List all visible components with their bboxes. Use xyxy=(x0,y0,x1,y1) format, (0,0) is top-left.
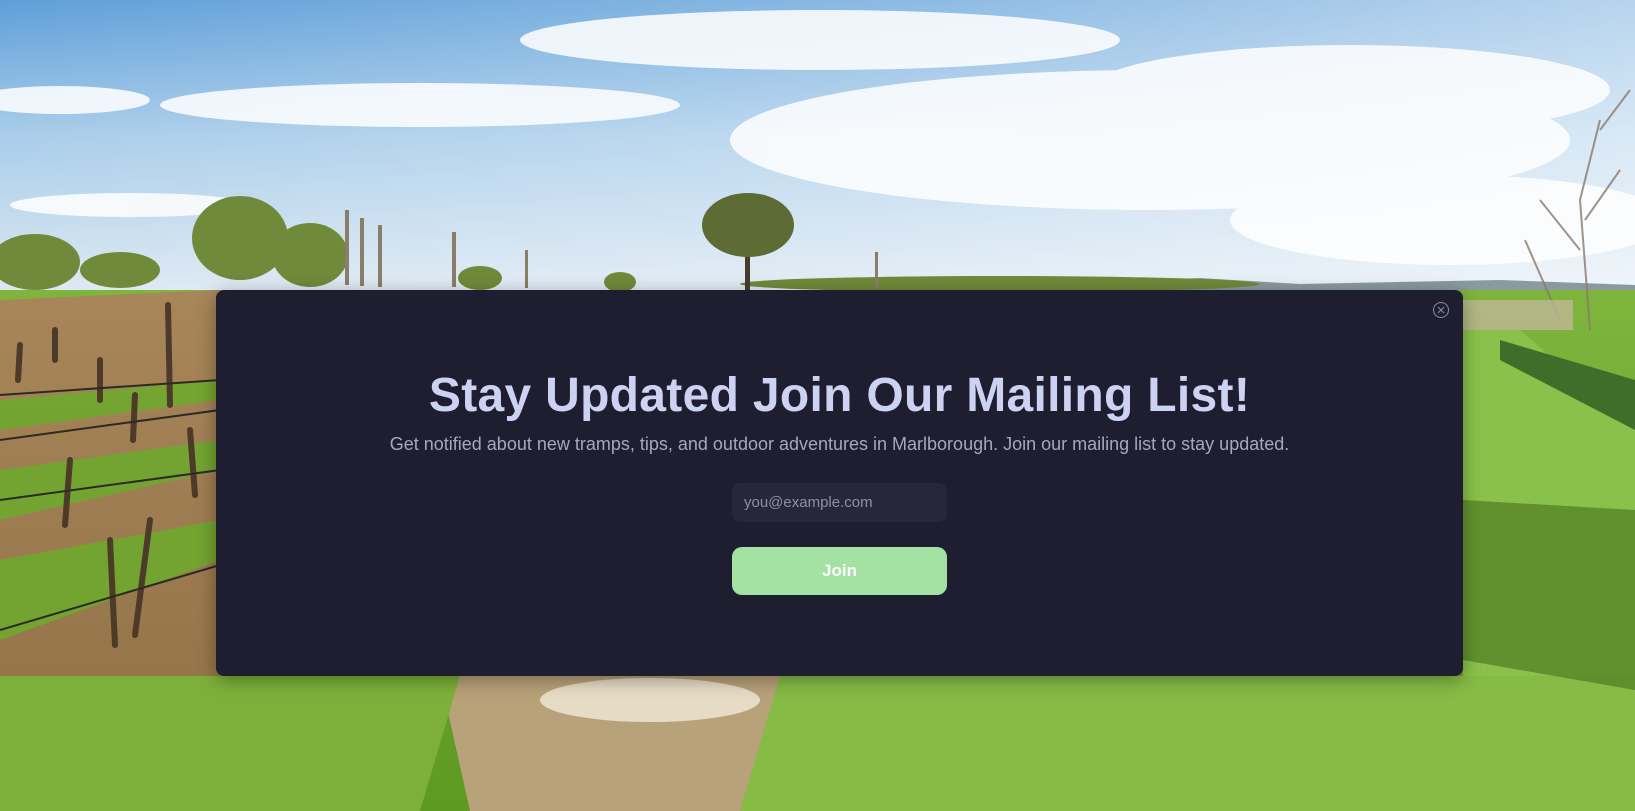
modal-title: Stay Updated Join Our Mailing List! xyxy=(428,369,1251,422)
close-button[interactable] xyxy=(1433,302,1449,318)
join-button[interactable]: Join xyxy=(732,547,947,595)
background-scene: Stay Updated Join Our Mailing List! Get … xyxy=(0,0,1635,811)
email-input[interactable] xyxy=(732,483,947,522)
mailing-list-modal: Stay Updated Join Our Mailing List! Get … xyxy=(216,290,1463,676)
modal-subtitle: Get notified about new tramps, tips, and… xyxy=(389,434,1290,454)
close-icon xyxy=(1437,306,1445,314)
